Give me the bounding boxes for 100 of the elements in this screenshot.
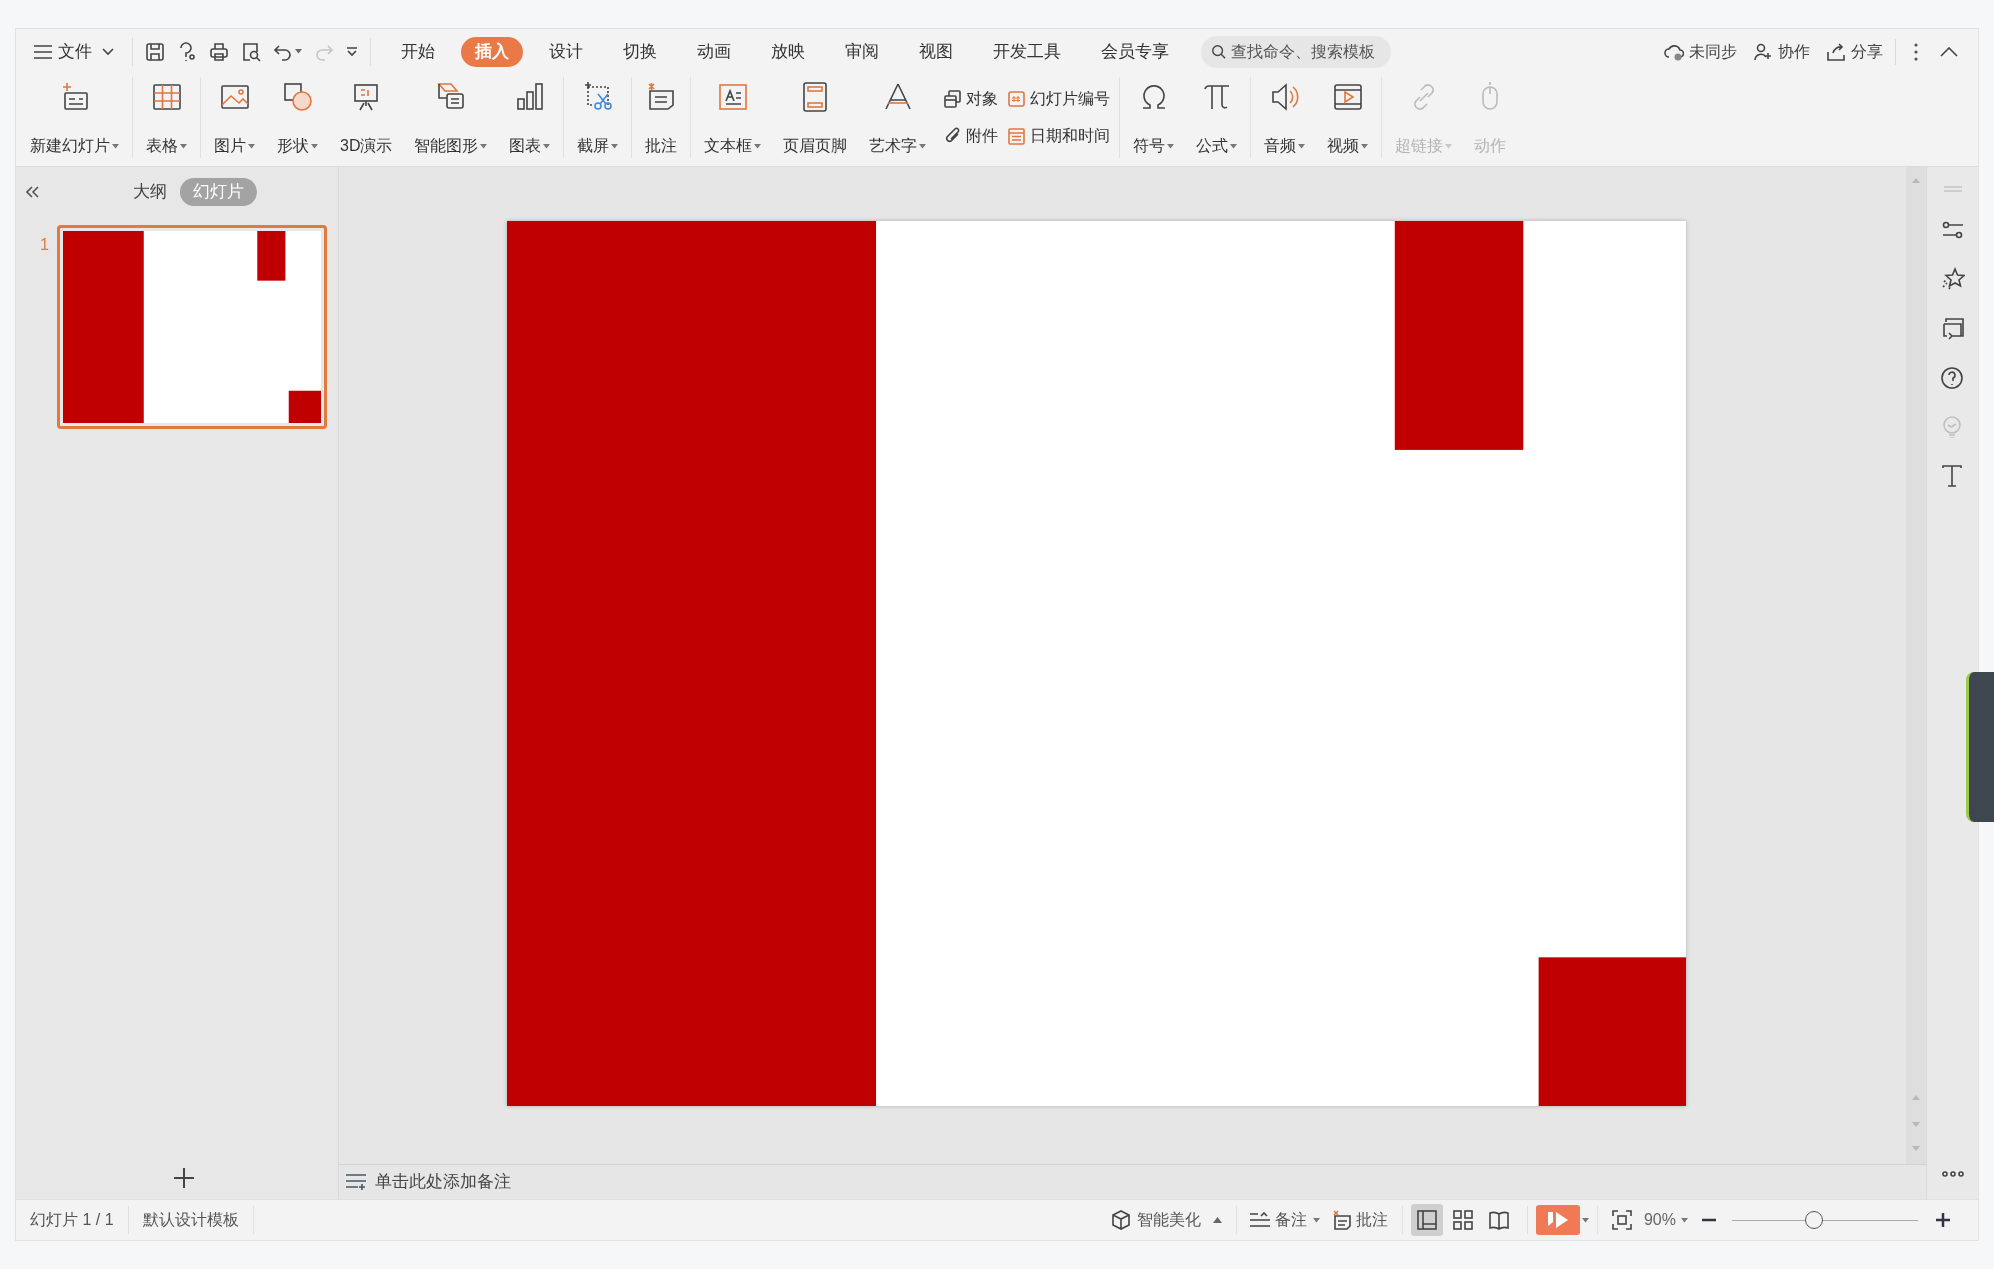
caret-icon (1167, 143, 1175, 149)
plus-icon (173, 1167, 195, 1189)
view-button[interactable] (1410, 1204, 1443, 1236)
text-tool-icon (1940, 465, 1965, 487)
caret-icon (1312, 1217, 1320, 1223)
double-chevron-left-icon (26, 186, 40, 198)
slide-number: 1 (39, 235, 50, 255)
notes-button[interactable]: 备注 (1242, 1208, 1326, 1232)
ribbon-button[interactable]: 视频 (1323, 74, 1373, 160)
text-tool-button[interactable] (1940, 465, 1965, 487)
caret-icon (919, 143, 927, 149)
menu-tab[interactable]: 会员专享 (1087, 36, 1183, 67)
ribbon-button[interactable]: 符号 (1129, 74, 1179, 160)
object-icon (944, 90, 963, 108)
menu-tab[interactable]: 切换 (609, 36, 671, 67)
sliders-button[interactable] (1940, 220, 1965, 240)
template-name: 默认设计模板 (141, 1210, 240, 1230)
book-icon (1488, 1210, 1509, 1230)
slider-thumb[interactable] (1804, 1211, 1823, 1229)
collapse-panel-button[interactable] (26, 186, 40, 198)
caret-icon (754, 143, 762, 149)
caret-icon (248, 143, 255, 149)
calendar-icon (1008, 126, 1027, 145)
ribbon-button[interactable]: 图表 (505, 74, 555, 160)
top-action-button[interactable]: 分享 (1826, 39, 1883, 64)
file-menu[interactable]: 文件 (34, 35, 126, 68)
chevron-down-icon (346, 46, 358, 57)
screen-cast-button[interactable] (1940, 318, 1965, 340)
caret-icon (480, 143, 488, 149)
star-icon (1940, 267, 1965, 291)
search-icon (1211, 42, 1227, 61)
caret-up-icon (1212, 1217, 1222, 1223)
caret-icon (543, 143, 551, 149)
ribbon-button[interactable]: 批注 (641, 74, 682, 160)
notes-icon (345, 1173, 367, 1191)
caret-icon (1581, 1217, 1589, 1223)
ribbon-button[interactable]: 公式 (1192, 74, 1242, 160)
caret-icon (180, 143, 187, 149)
ribbon-button[interactable]: 对象 (944, 80, 999, 118)
cube-icon (1110, 1210, 1131, 1230)
menu-tab[interactable]: 开始 (387, 36, 449, 67)
ribbon-button[interactable]: 截屏 (573, 74, 623, 160)
smart-beautify-button[interactable]: 智能美化 (1102, 1208, 1230, 1232)
menu-tab[interactable]: 审阅 (831, 36, 893, 67)
ribbon-button[interactable]: 附件 (944, 117, 999, 154)
ribbon-button[interactable]: 音频 (1260, 74, 1310, 160)
zoom-level-button[interactable]: 90% (1637, 1208, 1694, 1232)
ribbon-button[interactable]: 表格 (142, 74, 191, 160)
save-icon (145, 41, 165, 62)
share-icon (1826, 41, 1846, 62)
caret-icon (1445, 143, 1453, 149)
minus-icon (1702, 1218, 1716, 1222)
ribbon-button[interactable]: 形状 (273, 74, 322, 160)
menu-tab[interactable]: 放映 (757, 36, 819, 67)
redo-icon (314, 42, 334, 61)
print-preview-icon (241, 41, 261, 62)
star-button[interactable] (1940, 267, 1965, 291)
caret-icon (611, 143, 619, 149)
caret-icon (295, 49, 302, 55)
help-button[interactable] (1940, 367, 1965, 389)
plus-icon (1936, 1213, 1950, 1227)
more-icon (1914, 42, 1918, 61)
ribbon-button[interactable]: 图片 (210, 74, 259, 160)
more-button[interactable] (1941, 1171, 1964, 1177)
play-button[interactable] (1535, 1205, 1580, 1235)
caret-icon (1230, 143, 1238, 149)
collapse-ribbon-button[interactable] (1940, 46, 1958, 57)
ribbon-button[interactable]: 智能图形 (410, 74, 492, 160)
ribbon-button[interactable]: 日期和时间 (1008, 117, 1111, 154)
search-field[interactable]: 查找命令、搜索模板 (1201, 35, 1391, 68)
menu-tab[interactable]: 开发工具 (979, 36, 1075, 67)
comment-icon (1331, 1210, 1352, 1230)
menu-tab[interactable]: 设计 (535, 36, 597, 67)
grid-view-icon (1452, 1210, 1473, 1230)
caret-icon (112, 143, 119, 149)
top-action-button[interactable]: 协作 (1753, 39, 1810, 64)
caret-icon (311, 143, 318, 149)
menu-tab[interactable]: 动画 (683, 36, 745, 67)
floating-widget-tab[interactable] (1966, 672, 1994, 822)
print-icon (209, 41, 229, 62)
ribbon-button[interactable]: 幻灯片编号 (1008, 80, 1111, 118)
zoom-slider[interactable] (1732, 1210, 1918, 1230)
undo-icon (273, 42, 293, 61)
panel-tab[interactable]: 大纲 (120, 178, 180, 206)
ribbon-button[interactable]: 文本框 (700, 74, 766, 160)
notes-field[interactable]: 单击此处添加备注 (345, 1169, 511, 1195)
ribbon-button[interactable]: 3D演示 (336, 74, 397, 160)
sliders-icon (1940, 220, 1965, 240)
menu-tab[interactable]: 视图 (905, 36, 967, 67)
ribbon-button[interactable]: 新建幻灯片 (26, 74, 123, 160)
ribbon-button[interactable]: 页眉页脚 (779, 74, 852, 160)
slide-number-icon (1008, 90, 1027, 108)
comments-button[interactable]: 批注 (1325, 1208, 1394, 1232)
ribbon-button[interactable]: 艺术字 (865, 74, 931, 160)
caret-icon (1361, 143, 1369, 149)
top-action-button[interactable]: 未同步 (1664, 39, 1737, 64)
add-slide-button[interactable] (173, 1167, 195, 1189)
shapes-icon (281, 80, 314, 113)
fit-icon (1611, 1210, 1632, 1230)
slide-count: 幻灯片 1 / 1 (29, 1210, 115, 1230)
